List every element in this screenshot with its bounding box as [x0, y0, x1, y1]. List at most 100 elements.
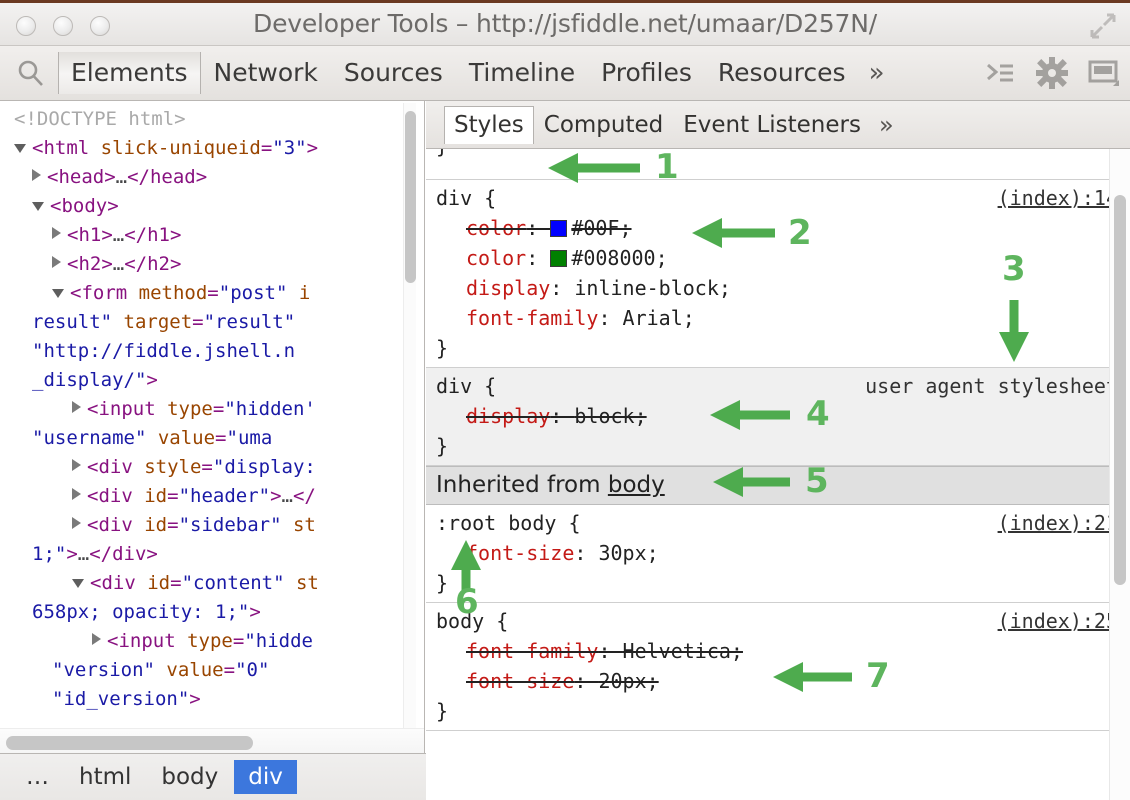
- dock-panel-icon[interactable]: [1088, 57, 1120, 89]
- tab-elements[interactable]: Elements: [58, 52, 201, 94]
- tab-resources[interactable]: Resources: [705, 52, 859, 94]
- expand-triangle-icon[interactable]: [52, 256, 61, 268]
- styles-vertical-scroll-thumb[interactable]: [1114, 195, 1126, 585]
- dom-tree-line[interactable]: result" target="result": [0, 308, 395, 337]
- collapse-triangle-icon[interactable]: [52, 289, 64, 298]
- tab-styles-label: Styles: [454, 112, 524, 138]
- tab-event-listeners[interactable]: Event Listeners: [673, 106, 871, 144]
- expand-triangle-icon[interactable]: [32, 169, 41, 181]
- breadcrumb-item-div[interactable]: div: [234, 760, 297, 794]
- rule-origin-link[interactable]: (index):25: [998, 606, 1118, 636]
- dom-tree-content[interactable]: <!DOCTYPE html><html slick-uniqueid="3">…: [0, 105, 395, 714]
- dom-tree-line[interactable]: <head>…</head>: [0, 163, 395, 192]
- breadcrumb-item-body[interactable]: body: [147, 760, 232, 794]
- color-swatch[interactable]: [550, 250, 567, 267]
- expand-triangle-icon[interactable]: [72, 488, 81, 500]
- css-property-name: font-size: [466, 669, 574, 693]
- css-declaration[interactable]: font-family: Helvetica;: [426, 636, 1130, 666]
- rule-div-useragent[interactable]: div {user agent stylesheetdisplay: block…: [426, 368, 1130, 466]
- css-property-value: inline-block;: [574, 276, 731, 300]
- styles-vertical-scrollbar[interactable]: [1109, 149, 1130, 800]
- expand-triangle-icon[interactable]: [72, 401, 81, 413]
- rule-origin-link[interactable]: (index):21: [998, 508, 1118, 538]
- css-property-value: Helvetica;: [623, 639, 743, 663]
- expand-triangle-icon[interactable]: [52, 227, 61, 239]
- dom-tree-line[interactable]: "http://fiddle.jshell.n: [0, 337, 395, 366]
- dom-tree-vertical-scroll-thumb[interactable]: [405, 111, 416, 283]
- dom-tree-line[interactable]: _display/">: [0, 366, 395, 395]
- styles-tabs-overflow-chevron-icon[interactable]: »: [871, 111, 902, 139]
- rule-origin-label: user agent stylesheet: [865, 371, 1118, 401]
- rule-partial-close-brace: }: [436, 149, 448, 161]
- css-property-value: #008000;: [571, 246, 667, 270]
- dom-tree-line[interactable]: <div id="header">…</: [0, 482, 395, 511]
- rule-close-brace: }: [426, 333, 1130, 363]
- tab-profiles-label: Profiles: [601, 58, 692, 87]
- css-declaration[interactable]: color: #00F;: [426, 213, 1130, 243]
- tab-profiles[interactable]: Profiles: [588, 52, 705, 94]
- dom-tree-line[interactable]: <body>: [0, 192, 395, 221]
- expand-triangle-icon[interactable]: [72, 459, 81, 471]
- css-declaration[interactable]: font-size: 30px;: [426, 538, 1130, 568]
- dom-tree-line[interactable]: "id_version">: [0, 685, 395, 714]
- tab-network[interactable]: Network: [201, 52, 331, 94]
- rule-body-index25[interactable]: body {(index):25font-family: Helvetica;f…: [426, 603, 1130, 731]
- rule-selector: div {user agent stylesheet: [426, 371, 1130, 401]
- css-property-value: 20px;: [598, 669, 658, 693]
- dom-tree-line[interactable]: <form method="post" i: [0, 279, 395, 308]
- expand-triangle-icon[interactable]: [92, 633, 101, 645]
- breadcrumb-item-ellipsis[interactable]: …: [12, 760, 63, 794]
- css-property-name: font-size: [466, 541, 574, 565]
- css-declaration[interactable]: display: inline-block;: [426, 273, 1130, 303]
- tab-sources[interactable]: Sources: [331, 52, 456, 94]
- dom-tree-line[interactable]: "version" value="0": [0, 656, 395, 685]
- dom-tree-line[interactable]: "username" value="uma: [0, 424, 395, 453]
- css-declaration[interactable]: display: block;: [426, 401, 1130, 431]
- tabs-overflow-chevron-icon[interactable]: »: [859, 58, 895, 88]
- styles-rules-list[interactable]: } div {(index):14color: #00F;color: #008…: [426, 149, 1130, 800]
- tab-computed[interactable]: Computed: [534, 106, 673, 144]
- rule-root-body-index21[interactable]: :root body {(index):21font-size: 30px;}: [426, 505, 1130, 603]
- tab-elements-label: Elements: [71, 58, 188, 87]
- tab-resources-label: Resources: [718, 58, 846, 87]
- tab-timeline[interactable]: Timeline: [456, 52, 588, 94]
- elements-dom-tree-panel[interactable]: <!DOCTYPE html><html slick-uniqueid="3">…: [0, 101, 425, 753]
- rule-origin-link[interactable]: (index):14: [998, 183, 1118, 213]
- dom-tree-line[interactable]: 1;">…</div>: [0, 540, 395, 569]
- css-declaration[interactable]: font-family: Arial;: [426, 303, 1130, 333]
- collapse-triangle-icon[interactable]: [32, 202, 44, 211]
- dom-tree-vertical-scrollbar[interactable]: [403, 103, 416, 751]
- collapse-triangle-icon[interactable]: [72, 579, 84, 588]
- dom-tree-line[interactable]: <h2>…</h2>: [0, 250, 395, 279]
- css-declaration[interactable]: color: #008000;: [426, 243, 1130, 273]
- tab-styles[interactable]: Styles: [444, 106, 534, 144]
- css-property-name: color: [466, 216, 526, 240]
- collapse-triangle-icon[interactable]: [14, 144, 26, 153]
- console-drawer-icon[interactable]: [984, 57, 1016, 89]
- breadcrumb-item-html[interactable]: html: [65, 760, 145, 794]
- dom-tree-line[interactable]: <div id="sidebar" st: [0, 511, 395, 540]
- dom-tree-line[interactable]: <input type="hidden': [0, 395, 395, 424]
- dom-tree-line[interactable]: <div id="content" st: [0, 569, 395, 598]
- inherited-from-target-link[interactable]: body: [608, 472, 665, 498]
- css-property-value: block;: [574, 404, 646, 428]
- rule-selector: div {(index):14: [426, 183, 1130, 213]
- devtools-window: Developer Tools – http://jsfiddle.net/um…: [0, 0, 1130, 800]
- tab-network-label: Network: [214, 58, 318, 87]
- settings-gear-icon[interactable]: [1036, 57, 1068, 89]
- dom-tree-horizontal-scroll-thumb[interactable]: [6, 736, 253, 750]
- dom-tree-line[interactable]: <h1>…</h1>: [0, 221, 395, 250]
- fullscreen-arrows-icon[interactable]: [1090, 13, 1116, 39]
- dom-tree-line[interactable]: <!DOCTYPE html>: [0, 105, 395, 134]
- styles-sidebar-tabs: Styles Computed Event Listeners »: [426, 101, 1130, 149]
- expand-triangle-icon[interactable]: [72, 517, 81, 529]
- dom-tree-line[interactable]: <html slick-uniqueid="3">: [0, 134, 395, 163]
- dom-tree-line[interactable]: <div style="display:: [0, 453, 395, 482]
- rule-div-index14[interactable]: div {(index):14color: #00F;color: #00800…: [426, 180, 1130, 368]
- css-declaration[interactable]: font-size: 20px;: [426, 666, 1130, 696]
- dom-tree-line[interactable]: <input type="hidde: [0, 627, 395, 656]
- tab-computed-label: Computed: [544, 112, 663, 138]
- dom-tree-line[interactable]: 658px; opacity: 1;">: [0, 598, 395, 627]
- color-swatch[interactable]: [550, 220, 567, 237]
- search-icon[interactable]: [16, 59, 46, 89]
